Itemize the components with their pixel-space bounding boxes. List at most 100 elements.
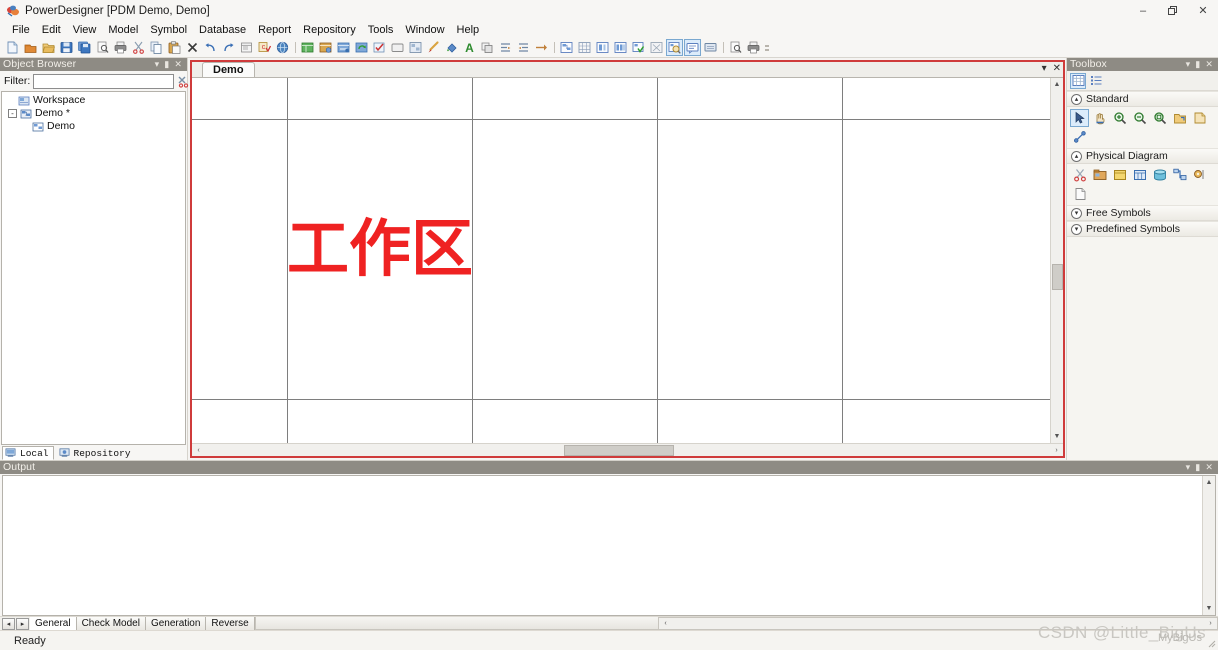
data-movement-icon[interactable] — [612, 39, 629, 56]
zoom-in-icon[interactable] — [1110, 109, 1129, 127]
scroll-right-button[interactable]: › — [1050, 447, 1063, 454]
page-preview-icon[interactable] — [727, 39, 744, 56]
cut-icon[interactable] — [130, 39, 147, 56]
object-browser-pin-icon[interactable]: ▮ — [164, 58, 169, 71]
toolbox-menu-icon[interactable]: ▾ — [1186, 58, 1191, 71]
package-symbol-icon[interactable] — [1090, 166, 1109, 184]
dependency-matrix-icon[interactable] — [648, 39, 665, 56]
chevron-up-icon[interactable]: ▴ — [1071, 150, 1082, 162]
format-brush-icon[interactable] — [425, 39, 442, 56]
menu-file[interactable]: File — [6, 23, 36, 38]
scissors-icon[interactable] — [1070, 166, 1089, 184]
filter-input[interactable] — [33, 73, 175, 89]
new-model-icon[interactable] — [22, 39, 39, 56]
toolbox-group-predefined-symbols[interactable]: ▾ Predefined Symbols — [1067, 221, 1218, 237]
output-tab-next-button[interactable]: ▸ — [16, 617, 29, 630]
pointer-icon[interactable] — [1070, 109, 1089, 127]
table-symbol-icon[interactable] — [1110, 166, 1129, 184]
new-document-icon[interactable] — [4, 39, 21, 56]
new-table-icon[interactable] — [299, 39, 316, 56]
save-icon[interactable] — [58, 39, 75, 56]
chevron-down-icon[interactable]: ▾ — [1071, 207, 1082, 219]
output-scroll-down-button[interactable]: ▼ — [1203, 602, 1215, 615]
menu-repository[interactable]: Repository — [297, 23, 362, 38]
file-symbol-icon[interactable] — [1070, 185, 1089, 203]
tree-expander[interactable]: - — [8, 109, 17, 118]
package-icon[interactable] — [389, 39, 406, 56]
output-tab-prev-button[interactable]: ◂ — [2, 617, 15, 630]
scroll-down-button[interactable]: ▼ — [1051, 430, 1063, 443]
business-process-icon[interactable] — [594, 39, 611, 56]
paste-icon[interactable] — [166, 39, 183, 56]
toolbox-group-free-symbols[interactable]: ▾ Free Symbols — [1067, 205, 1218, 221]
canvas-vscroll-thumb[interactable] — [1052, 264, 1063, 290]
object-browser-menu-icon[interactable]: ▾ — [155, 58, 160, 71]
grabber-hand-icon[interactable] — [1090, 109, 1109, 127]
tab-local[interactable]: Local — [2, 446, 54, 460]
new-view-icon[interactable] — [317, 39, 334, 56]
layout-icon[interactable] — [407, 39, 424, 56]
check-model-icon[interactable]: c — [256, 39, 273, 56]
maximize-button[interactable] — [1158, 0, 1188, 22]
menu-view[interactable]: View — [67, 23, 103, 38]
physical-diagram-icon[interactable] — [558, 39, 575, 56]
output-close-icon[interactable]: ✕ — [1205, 461, 1213, 474]
object-browser-tree[interactable]: Workspace - Demo * Demo — [1, 91, 186, 445]
align-left-icon[interactable] — [497, 39, 514, 56]
print-diagram-icon[interactable] — [745, 39, 762, 56]
clear-filter-icon[interactable] — [177, 75, 190, 88]
properties-icon[interactable] — [238, 39, 255, 56]
note-symbol-icon[interactable] — [1190, 109, 1209, 127]
output-menu-icon[interactable]: ▾ — [1186, 461, 1191, 474]
zoom-out-icon[interactable] — [1130, 109, 1149, 127]
output-tab-generation[interactable]: Generation — [145, 617, 207, 630]
minimize-button[interactable]: – — [1128, 0, 1158, 22]
group-icon[interactable] — [479, 39, 496, 56]
output-scroll-up-button[interactable]: ▲ — [1203, 476, 1215, 489]
validate-icon[interactable] — [371, 39, 388, 56]
output-vertical-scrollbar[interactable]: ▲ ▼ — [1202, 476, 1215, 615]
new-reference-icon[interactable] — [335, 39, 352, 56]
canvas-vertical-scrollbar[interactable]: ▲ ▼ — [1050, 78, 1063, 443]
scroll-left-button[interactable]: ‹ — [192, 447, 205, 454]
text-style-icon[interactable]: A — [461, 39, 478, 56]
menu-tools[interactable]: Tools — [362, 23, 400, 38]
print-icon[interactable] — [112, 39, 129, 56]
menu-window[interactable]: Window — [399, 23, 450, 38]
output-tab-reverse[interactable]: Reverse — [206, 617, 255, 630]
object-browser-close-icon[interactable]: ✕ — [174, 58, 182, 71]
menu-symbol[interactable]: Symbol — [144, 23, 193, 38]
menu-help[interactable]: Help — [451, 23, 486, 38]
delete-icon[interactable] — [184, 39, 201, 56]
toolbox-pin-icon[interactable]: ▮ — [1195, 58, 1200, 71]
toolbox-group-physical-diagram[interactable]: ▴ Physical Diagram — [1067, 148, 1218, 164]
toolbox-group-standard[interactable]: ▴ Standard — [1067, 91, 1218, 107]
document-tab-demo[interactable]: Demo — [202, 62, 255, 77]
database-symbol-icon[interactable] — [1150, 166, 1169, 184]
globe-icon[interactable] — [274, 39, 291, 56]
open-package-icon[interactable] — [1170, 109, 1189, 127]
close-button[interactable]: ✕ — [1188, 0, 1218, 22]
output-pin-icon[interactable]: ▮ — [1195, 461, 1200, 474]
redo-icon[interactable] — [220, 39, 237, 56]
scroll-up-button[interactable]: ▲ — [1051, 78, 1063, 91]
toolbox-close-icon[interactable]: ✕ — [1205, 58, 1213, 71]
multidimensional-diagram-icon[interactable] — [576, 39, 593, 56]
new-diagram-icon[interactable] — [630, 39, 647, 56]
output-scroll-right-button[interactable]: › — [1204, 620, 1217, 627]
menu-database[interactable]: Database — [193, 23, 252, 38]
document-tab-menu-icon[interactable]: ▾ — [1042, 63, 1047, 74]
reference-symbol-icon[interactable] — [1170, 166, 1189, 184]
tree-node-workspace[interactable]: Workspace — [4, 94, 185, 107]
output-scroll-left-button[interactable]: ‹ — [659, 620, 672, 627]
tree-node-demo-diagram[interactable]: Demo — [4, 120, 185, 133]
link-symbol-icon[interactable] — [1070, 128, 1089, 146]
zoom-area-icon[interactable] — [1150, 109, 1169, 127]
diagram-canvas[interactable]: 工作区 — [192, 78, 1050, 443]
note-icon[interactable] — [702, 39, 719, 56]
comment-icon[interactable] — [684, 39, 701, 56]
print-preview-icon[interactable] — [94, 39, 111, 56]
open-folder-icon[interactable] — [40, 39, 57, 56]
arrange-icon[interactable] — [533, 39, 550, 56]
fill-color-icon[interactable] — [443, 39, 460, 56]
